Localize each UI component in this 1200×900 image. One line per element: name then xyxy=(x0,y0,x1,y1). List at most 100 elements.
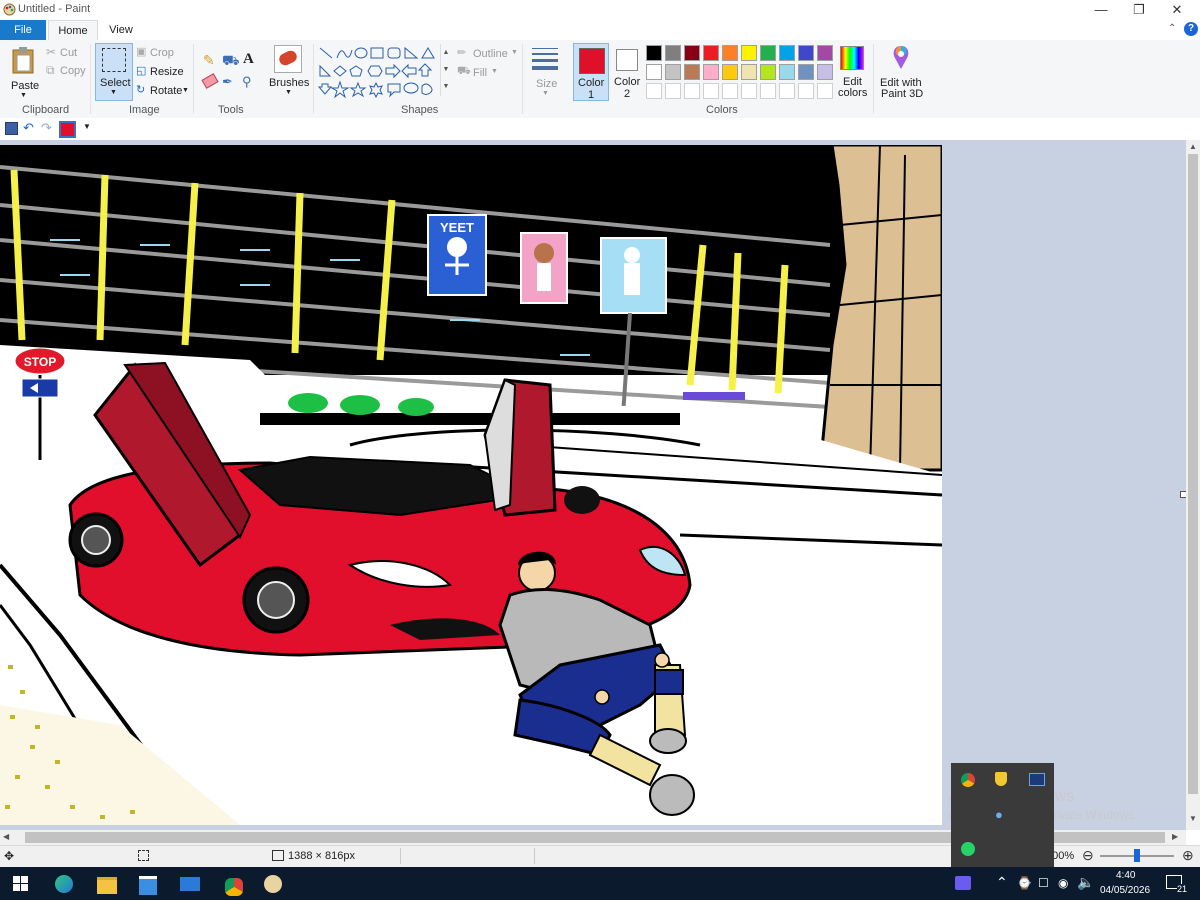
maximize-button[interactable]: ❐ xyxy=(1122,0,1156,20)
eraser-icon[interactable] xyxy=(201,73,219,89)
palette-swatch[interactable] xyxy=(722,45,738,61)
color-quick-swatch[interactable] xyxy=(59,121,76,138)
vertical-scrollbar[interactable]: ▲ ▼ xyxy=(1186,140,1200,830)
palette-swatch[interactable] xyxy=(760,45,776,61)
customize-toolbar-icon[interactable]: ▼ xyxy=(83,122,91,131)
windows-start-icon[interactable] xyxy=(13,876,28,891)
colors-group-label: Colors xyxy=(706,104,738,116)
ribbon: Paste ▼ ✂ Cut ⧉ Copy Clipboard Select ▼ … xyxy=(0,40,1200,119)
canvas-drawing: YEET STOP xyxy=(0,145,942,825)
palette-swatch[interactable] xyxy=(665,64,681,80)
vertical-scroll-thumb[interactable] xyxy=(1188,154,1198,794)
palette-swatch[interactable] xyxy=(646,83,662,99)
outline-icon: ✏ xyxy=(457,47,467,59)
crop-icon: ▣ xyxy=(136,46,147,58)
paste-button[interactable]: Paste ▼ xyxy=(6,44,40,100)
palette-swatch[interactable] xyxy=(817,64,833,80)
paint-taskbar-icon[interactable] xyxy=(264,875,282,893)
palette-swatch[interactable] xyxy=(798,64,814,80)
palette-swatch[interactable] xyxy=(684,45,700,61)
palette-swatch[interactable] xyxy=(798,45,814,61)
edge-icon[interactable] xyxy=(55,875,73,893)
zoom-in-icon[interactable]: ⊕ xyxy=(1182,847,1194,864)
palette-swatch[interactable] xyxy=(665,45,681,61)
palette-swatch[interactable] xyxy=(722,83,738,99)
palette-swatch[interactable] xyxy=(703,64,719,80)
palette-swatch[interactable] xyxy=(817,83,833,99)
shapes-scroll[interactable]: ▲ ▼ ▼ xyxy=(440,44,451,96)
palette-swatch[interactable] xyxy=(741,45,757,61)
palette-swatch[interactable] xyxy=(646,64,662,80)
palette-swatch[interactable] xyxy=(703,45,719,61)
ribbon-tabs: File Home View ⌃ ? xyxy=(0,20,1200,42)
brushes-button[interactable]: Brushes ▼ xyxy=(266,43,310,99)
edit-colors-button[interactable]: Edit colors xyxy=(836,44,868,100)
palette-swatch[interactable] xyxy=(779,45,795,61)
camera-icon[interactable]: ☐ xyxy=(1038,876,1049,890)
help-icon[interactable]: ? xyxy=(1184,22,1198,36)
size-button[interactable]: Size ▼ xyxy=(528,44,562,100)
redo-icon[interactable]: ↷ xyxy=(41,120,52,136)
color2-button[interactable]: Color 2 xyxy=(610,43,644,100)
palette-swatch[interactable] xyxy=(741,83,757,99)
palette-swatch[interactable] xyxy=(741,64,757,80)
color1-button[interactable]: Color 1 xyxy=(573,43,609,101)
color2-swatch xyxy=(616,49,638,71)
clock-date[interactable]: 04/05/2026 xyxy=(1100,885,1150,896)
palette-swatch[interactable] xyxy=(684,64,700,80)
whatsapp-tray-icon[interactable] xyxy=(961,842,975,856)
mail-icon[interactable] xyxy=(180,877,200,891)
palette-swatch[interactable] xyxy=(703,83,719,99)
bluetooth-tray-icon[interactable]: ● xyxy=(995,807,1003,822)
tab-file[interactable]: File xyxy=(0,20,46,40)
palette-swatch[interactable] xyxy=(684,83,700,99)
palette-swatch[interactable] xyxy=(646,45,662,61)
scroll-right-icon[interactable]: ▶ xyxy=(1172,832,1178,841)
clock-time[interactable]: 4:40 xyxy=(1116,870,1135,881)
tab-home[interactable]: Home xyxy=(48,20,98,42)
palette-swatch[interactable] xyxy=(722,64,738,80)
display-tray-icon[interactable] xyxy=(1029,773,1045,786)
chrome-tray-icon[interactable] xyxy=(961,773,975,787)
text-icon[interactable]: A xyxy=(243,51,254,68)
color-picker-icon[interactable]: ✒ xyxy=(222,74,233,90)
minimize-button[interactable]: — xyxy=(1084,0,1118,20)
wifi-icon[interactable]: ⌚ xyxy=(1017,876,1032,890)
speaker-icon[interactable]: 🔈 xyxy=(1077,874,1094,891)
close-button[interactable]: ✕ xyxy=(1160,0,1194,20)
record-icon[interactable]: ◉ xyxy=(1058,876,1068,890)
palette-swatch[interactable] xyxy=(760,64,776,80)
pencil-icon[interactable]: ✎ xyxy=(203,52,215,69)
meet-now-icon[interactable] xyxy=(955,876,971,890)
palette-swatch[interactable] xyxy=(817,45,833,61)
select-button[interactable]: Select ▼ xyxy=(95,43,133,101)
scroll-up-icon[interactable]: ▲ xyxy=(1189,142,1197,151)
palette-swatch[interactable] xyxy=(779,83,795,99)
magnifier-icon[interactable]: ⚲ xyxy=(242,74,252,90)
file-explorer-icon[interactable] xyxy=(97,877,117,894)
palette-swatch[interactable] xyxy=(665,83,681,99)
tray-chevron-up-icon[interactable]: ⌃ xyxy=(996,874,1008,891)
undo-icon[interactable]: ↶ xyxy=(23,120,34,136)
select-rect-icon xyxy=(102,48,126,72)
size-lines-icon xyxy=(532,48,558,70)
ribbon-collapse-icon[interactable]: ⌃ xyxy=(1168,23,1176,34)
drawing-canvas[interactable]: YEET STOP xyxy=(0,145,942,825)
fill-icon: ⛟ xyxy=(457,65,471,77)
palette-swatch[interactable] xyxy=(779,64,795,80)
palette-swatch[interactable] xyxy=(760,83,776,99)
palette-swatch[interactable] xyxy=(798,83,814,99)
tab-view[interactable]: View xyxy=(100,20,142,40)
store-icon[interactable] xyxy=(139,876,157,895)
zoom-out-icon[interactable]: ⊖ xyxy=(1082,847,1094,864)
edit-with-paint3d-button[interactable]: Edit with Paint 3D xyxy=(878,44,924,100)
shapes-gallery[interactable] xyxy=(318,46,453,98)
zoom-slider-thumb[interactable] xyxy=(1134,849,1140,862)
chevron-down-icon: ▼ xyxy=(511,49,518,56)
security-shield-icon[interactable] xyxy=(995,772,1007,786)
fill-bucket-icon[interactable]: ⛟ xyxy=(222,52,240,71)
chrome-icon[interactable] xyxy=(222,875,246,899)
scroll-left-icon[interactable]: ◀ xyxy=(3,832,9,841)
save-icon[interactable] xyxy=(5,122,18,135)
scroll-down-icon[interactable]: ▼ xyxy=(1189,814,1197,823)
